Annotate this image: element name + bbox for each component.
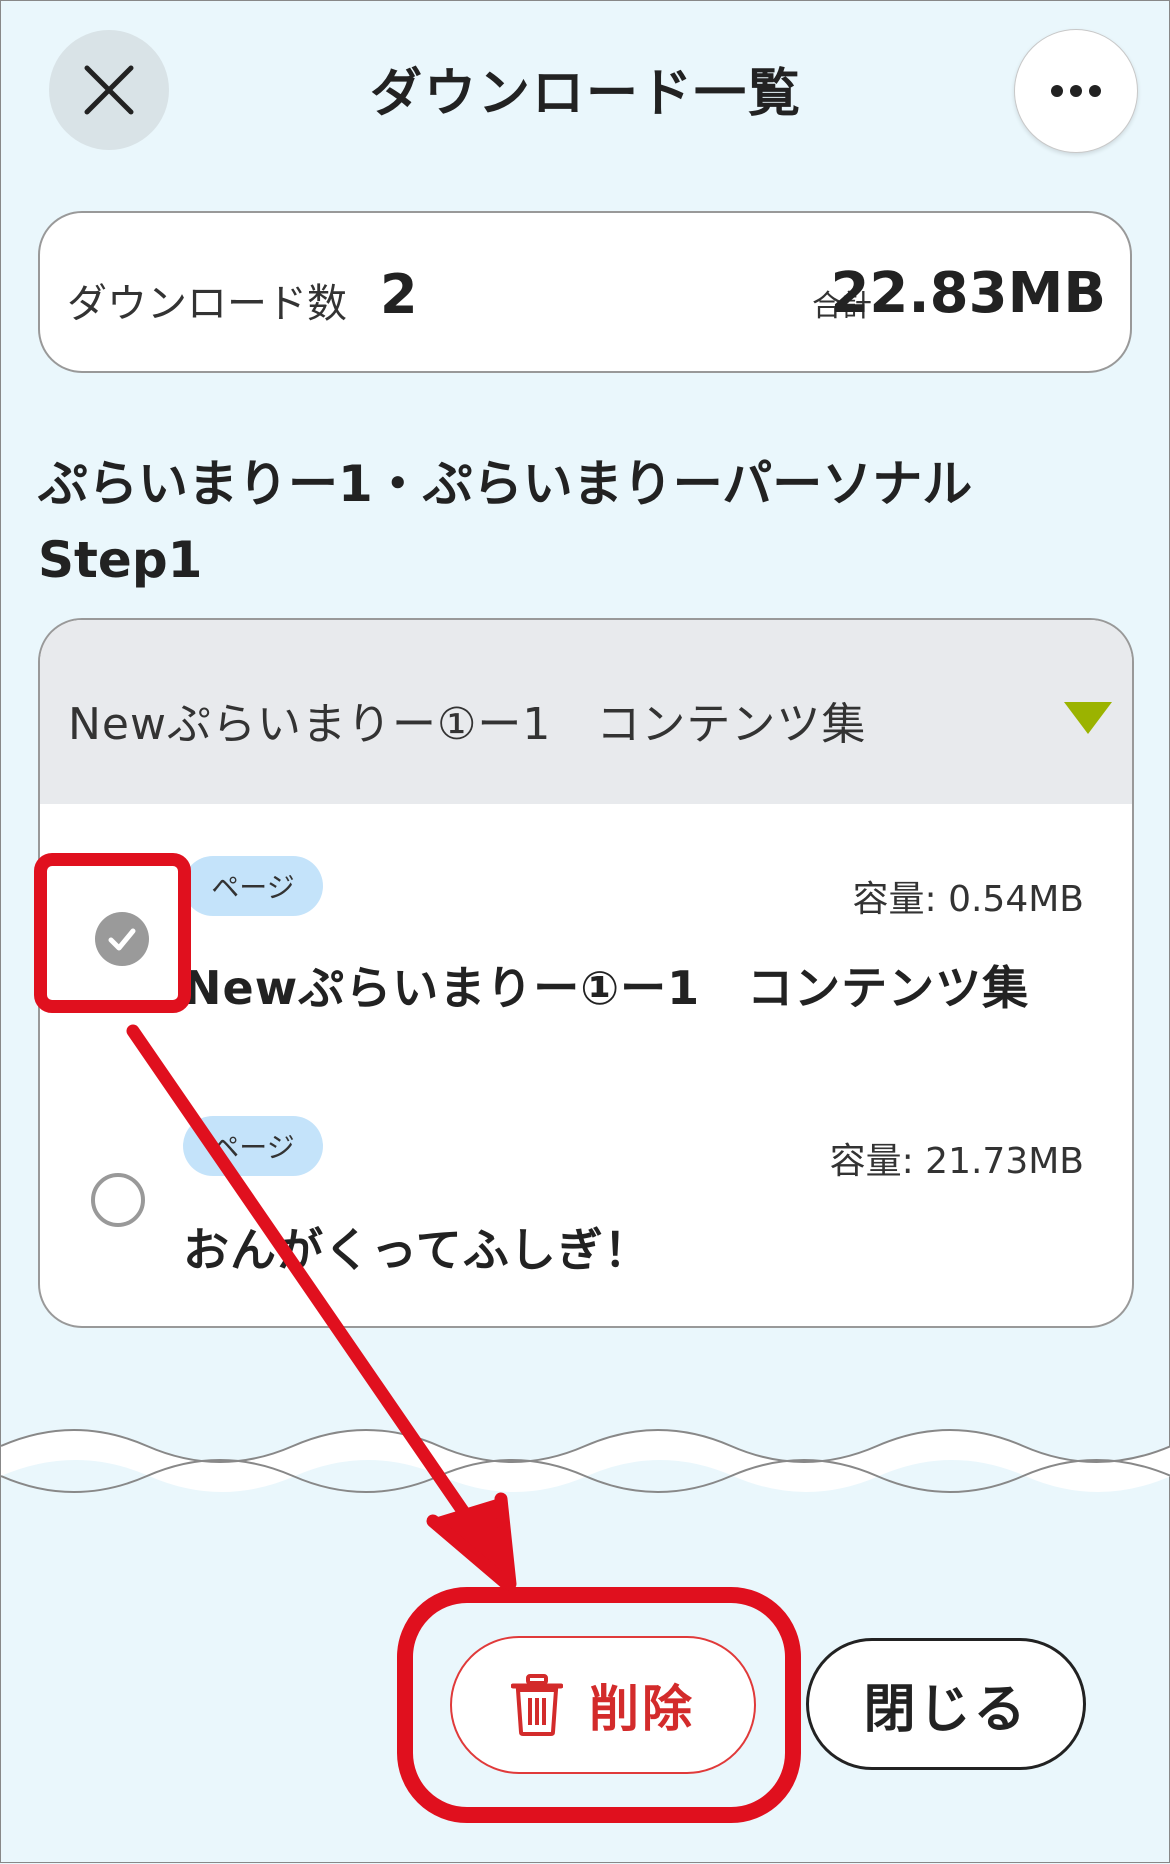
item-size: 容量: 21.73MB bbox=[829, 1141, 1084, 1182]
type-tag: ページ bbox=[183, 1116, 323, 1176]
download-count-label: ダウンロード数 bbox=[67, 281, 347, 327]
type-tag: ページ bbox=[183, 856, 323, 916]
download-count-value: 2 bbox=[380, 263, 418, 326]
app-screen: ダウンロード一覧 ダウンロード数 2 合計 22.83MB ぷらいまりー1・ぷら… bbox=[0, 0, 1170, 1863]
close-button-label: 閉じる bbox=[863, 1679, 1029, 1740]
annotation-highlight-checkbox bbox=[34, 853, 191, 1013]
page-title: ダウンロード一覧 bbox=[369, 64, 802, 124]
more-horizontal-icon bbox=[1051, 85, 1101, 97]
download-summary-card: ダウンロード数 2 合計 22.83MB bbox=[38, 211, 1132, 373]
caret-down-icon[interactable] bbox=[1064, 702, 1112, 734]
close-bottom-button[interactable]: 閉じる bbox=[806, 1638, 1086, 1770]
group-header[interactable]: Newぷらいまりー①ー1 コンテンツ集 bbox=[40, 620, 1132, 804]
total-size-value: 22.83MB bbox=[830, 261, 1106, 326]
group-title: Newぷらいまりー①ー1 コンテンツ集 bbox=[68, 699, 867, 750]
checkbox-unchecked[interactable] bbox=[91, 1173, 145, 1227]
section-title-line2: Step1 bbox=[38, 531, 203, 589]
item-size: 容量: 0.54MB bbox=[852, 879, 1085, 920]
wavy-divider bbox=[1, 1429, 1170, 1493]
content-group-card: Newぷらいまりー①ー1 コンテンツ集 ページ 容量: 0.54MB Newぷら… bbox=[38, 618, 1134, 1328]
item-title: Newぷらいまりー①ー1 コンテンツ集 bbox=[183, 961, 1030, 1015]
section-title-line1: ぷらいまりー1・ぷらいまりーパーソナル bbox=[38, 455, 973, 513]
annotation-highlight-delete bbox=[397, 1587, 801, 1823]
more-options-button[interactable] bbox=[1014, 29, 1138, 153]
section-title: ぷらいまりー1・ぷらいまりーパーソナル Step1 bbox=[38, 446, 1128, 598]
item-title: おんがくってふしぎ！ bbox=[183, 1223, 651, 1277]
